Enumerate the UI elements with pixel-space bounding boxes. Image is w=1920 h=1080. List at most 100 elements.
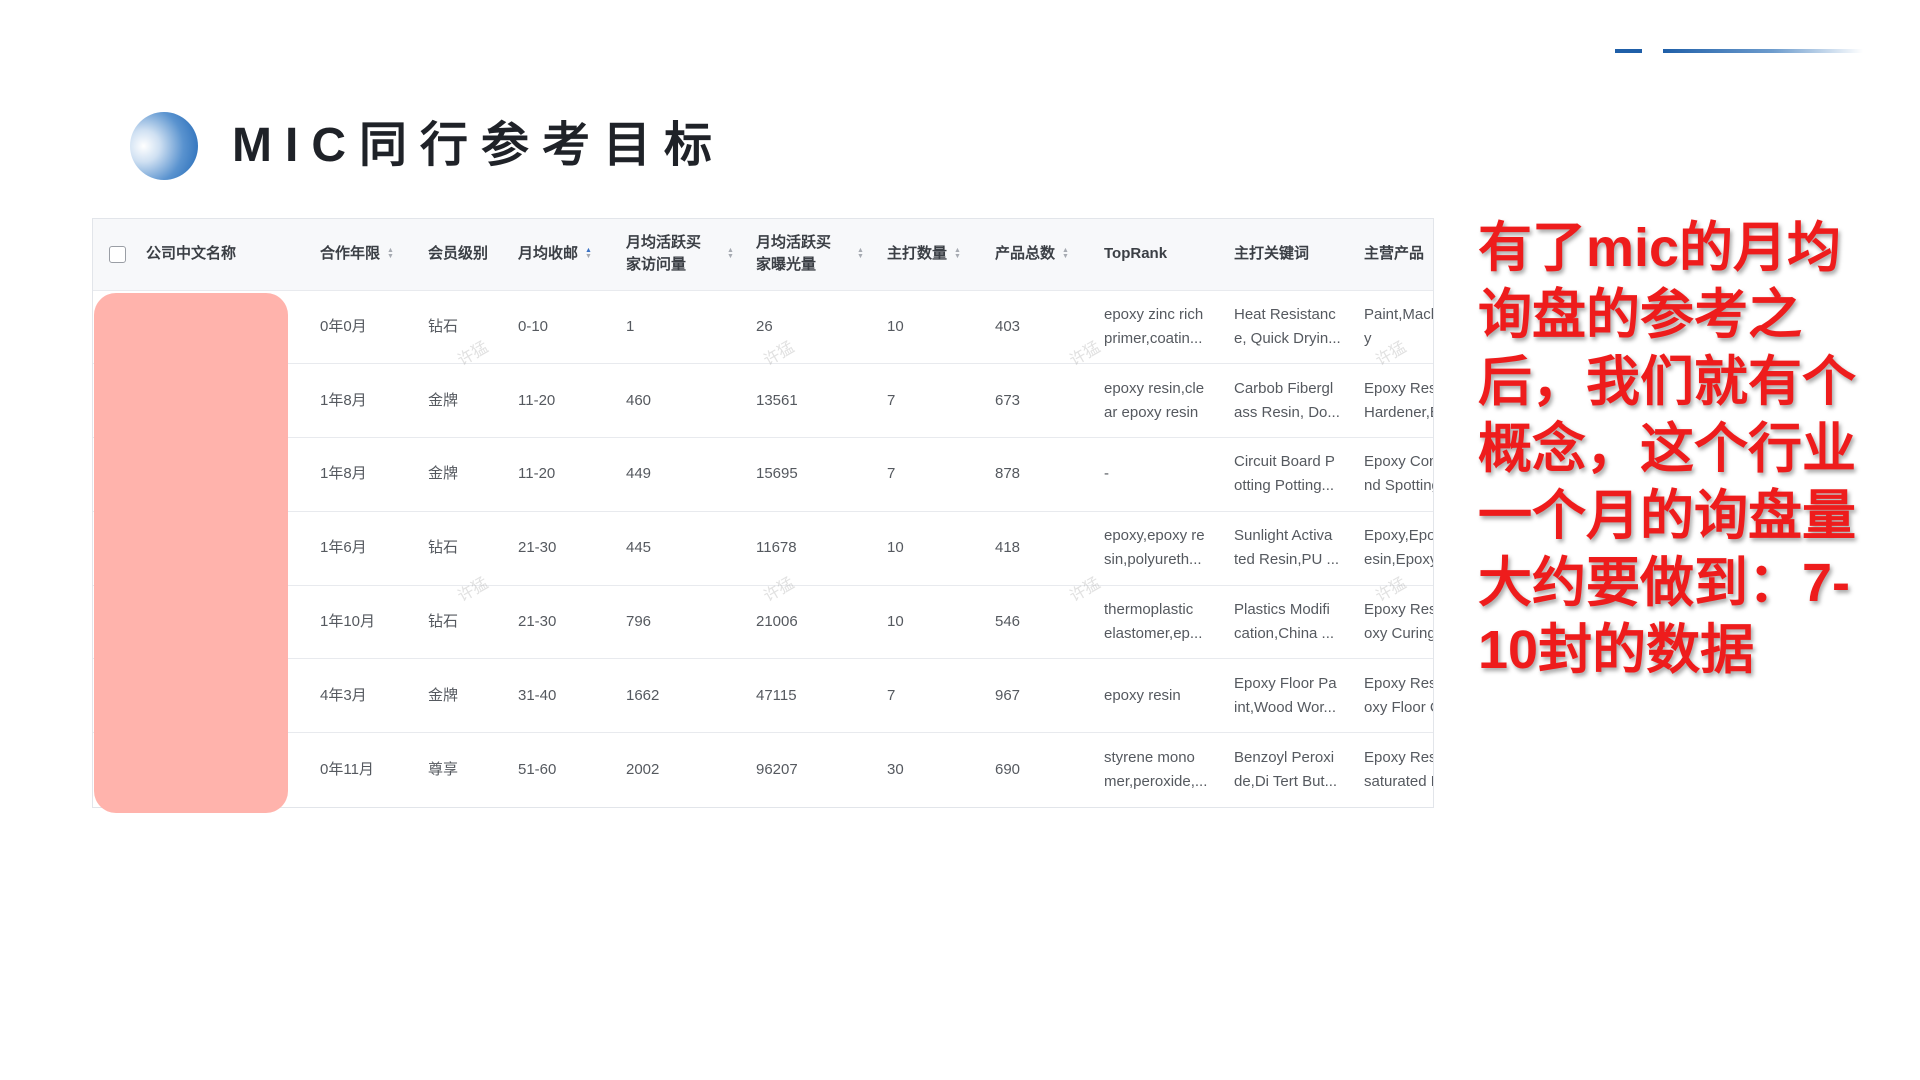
table-body: 0年0月 钻石 0-10 1 26 10 403 epoxy zinc rich primer,… xyxy=(93,290,1433,807)
cell-products-line: Epoxy,Epox xyxy=(1364,527,1433,545)
cell-visitors: 449 xyxy=(626,465,652,483)
cell-toprank: epoxy,epoxy re sin,polyureth... xyxy=(1088,511,1218,585)
cell-level: 尊享 xyxy=(428,760,459,778)
cell-visitors: 1662 xyxy=(626,686,660,704)
cell-keywords-line: otting Potting... xyxy=(1234,477,1335,495)
cell-inquiries: 21-30 xyxy=(518,539,557,557)
table-row[interactable]: 1年8月 金牌 11-20 460 13561 7 673 epoxy resin,cle ar… xyxy=(93,363,1433,438)
header-visitors[interactable]: 月均活跃买 家访问量 ▲ ▼ xyxy=(610,219,740,290)
cell-keywords-line: int,Wood Wor... xyxy=(1234,698,1336,716)
cell-toprank: - xyxy=(1088,438,1218,512)
cell-visitors: 796 xyxy=(626,613,652,631)
cell-toprank: epoxy resin,cle ar epoxy resin xyxy=(1088,364,1218,438)
cell-products-line: nd Spotting xyxy=(1364,477,1433,495)
cell-products: Epoxy Resin oxy Curing xyxy=(1348,585,1433,659)
header-years[interactable]: 合作年限 ▲ ▼ xyxy=(304,219,412,290)
cell-level: 钻石 xyxy=(428,613,459,631)
cell-years: 1年8月 xyxy=(320,391,367,409)
cell-product-total: 403 xyxy=(995,317,1021,335)
header-select-all[interactable] xyxy=(93,219,146,290)
cell-toprank-line: primer,coatin... xyxy=(1104,329,1203,347)
sort-icon[interactable]: ▲ ▼ xyxy=(387,247,394,260)
cell-keywords: Heat Resistanc e, Quick Dryin... xyxy=(1218,290,1348,364)
header-inquiries-label: 月均收邮 xyxy=(518,245,579,263)
cell-keywords-line: de,Di Tert But... xyxy=(1234,772,1338,790)
cell-inquiries: 31-40 xyxy=(518,686,557,704)
title-bullet-icon xyxy=(130,112,198,180)
header-toprank: TopRank xyxy=(1104,245,1168,263)
cell-years: 0年0月 xyxy=(320,317,367,335)
sort-icon[interactable]: ▲ ▼ xyxy=(727,247,734,260)
cell-product-total: 878 xyxy=(995,465,1021,483)
cell-visitors: 1 xyxy=(626,317,635,335)
cell-keywords: Epoxy Floor Pa int,Wood Wor... xyxy=(1218,659,1348,733)
cell-inquiries: 21-30 xyxy=(518,613,557,631)
cell-product-total: 418 xyxy=(995,539,1021,557)
redacted-company-names xyxy=(94,293,288,813)
cell-products-line: esin,Epoxy xyxy=(1364,551,1433,569)
cell-products: Epoxy Resin oxy Floor C xyxy=(1348,659,1433,733)
cell-product-total: 690 xyxy=(995,760,1021,778)
sort-icon[interactable]: ▲ ▼ xyxy=(857,247,864,260)
cell-keywords-line: Epoxy Floor Pa xyxy=(1234,674,1337,692)
table-row[interactable]: 1年8月 金牌 11-20 449 15695 7 878 - Circuit Board P o… xyxy=(93,437,1433,512)
cell-products-line: Epoxy Resin xyxy=(1364,748,1433,766)
sort-icon[interactable]: ▲ ▼ xyxy=(1062,247,1069,260)
cell-keywords-line: cation,China ... xyxy=(1234,625,1335,643)
cell-exposure: 11678 xyxy=(756,539,797,557)
slide: MIC同行参考目标 公司中文名称 合作年限 ▲ ▼ 会员级别 月均收邮 ▲ ▼ … xyxy=(0,0,1920,1080)
cell-toprank-line: epoxy resin xyxy=(1104,686,1181,704)
header-main-count[interactable]: 主打数量 ▲ ▼ xyxy=(871,219,979,290)
cell-years: 1年10月 xyxy=(320,613,376,631)
cell-exposure: 21006 xyxy=(756,613,798,631)
select-all-checkbox[interactable] xyxy=(109,245,126,263)
cell-toprank-line: ar epoxy resin xyxy=(1104,403,1199,421)
cell-products: Epoxy,Epox esin,Epoxy xyxy=(1348,511,1433,585)
header-exposure[interactable]: 月均活跃买 家曝光量 ▲ ▼ xyxy=(740,219,871,290)
header-inquiries[interactable]: 月均收邮 ▲ ▼ xyxy=(502,219,610,290)
cell-toprank-line: epoxy zinc rich xyxy=(1104,305,1204,323)
cell-toprank: epoxy resin xyxy=(1088,659,1218,733)
cell-level: 钻石 xyxy=(428,317,459,335)
header-product-total[interactable]: 产品总数 ▲ ▼ xyxy=(979,219,1088,290)
cell-products-line: oxy Curing xyxy=(1364,625,1433,643)
cell-keywords: Carbob Fibergl ass Resin, Do... xyxy=(1218,364,1348,438)
cell-products: Epoxy Resin Hardener,Ep xyxy=(1348,364,1433,438)
cell-inquiries: 51-60 xyxy=(518,760,557,778)
cell-main-count: 7 xyxy=(887,391,896,409)
header-company: 公司中文名称 xyxy=(146,245,237,263)
table-row[interactable]: 0年11月 尊享 51-60 2002 96207 30 690 styrene mono me… xyxy=(93,732,1433,807)
cell-exposure: 13561 xyxy=(756,391,798,409)
cell-level: 金牌 xyxy=(428,465,459,483)
cell-exposure: 26 xyxy=(756,317,773,335)
cell-keywords-line: Circuit Board P xyxy=(1234,453,1335,471)
cell-product-total: 967 xyxy=(995,686,1021,704)
cell-products-line: Epoxy Resin xyxy=(1364,379,1433,397)
cell-years: 1年8月 xyxy=(320,465,367,483)
cell-products-line: y xyxy=(1364,329,1372,347)
cell-visitors: 460 xyxy=(626,391,652,409)
cell-products-line: Epoxy Resin xyxy=(1364,674,1433,692)
table-row[interactable]: 1年10月 钻石 21-30 796 21006 10 546 thermoplastic el… xyxy=(93,585,1433,659)
cell-inquiries: 11-20 xyxy=(518,391,556,409)
cell-products-line: Epoxy Resin xyxy=(1364,601,1433,619)
cell-years: 4年3月 xyxy=(320,686,367,704)
table-row[interactable]: 1年6月 钻石 21-30 445 11678 10 418 epoxy,epoxy re si… xyxy=(93,511,1433,585)
accent-line-long xyxy=(1663,49,1863,53)
table-header-row: 公司中文名称 合作年限 ▲ ▼ 会员级别 月均收邮 ▲ ▼ 月均活跃买 家访问量 ▲ ▼ 月均… xyxy=(93,219,1433,290)
cell-toprank: thermoplastic elastomer,ep... xyxy=(1088,585,1218,659)
cell-keywords-line: Benzoyl Peroxi xyxy=(1234,748,1335,766)
sort-icon[interactable]: ▲ ▼ xyxy=(954,247,961,260)
cell-level: 钻石 xyxy=(428,539,459,557)
cell-main-count: 10 xyxy=(887,613,904,631)
sort-icon[interactable]: ▲ ▼ xyxy=(585,247,592,260)
cell-inquiries: 0-10 xyxy=(518,317,549,335)
table-row[interactable]: 4年3月 金牌 31-40 1662 47115 7 967 epoxy resin Epoxy… xyxy=(93,658,1433,733)
table-row[interactable]: 0年0月 钻石 0-10 1 26 10 403 epoxy zinc rich primer,… xyxy=(93,290,1433,364)
cell-product-total: 546 xyxy=(995,613,1021,631)
cell-keywords-line: Sunlight Activa xyxy=(1234,527,1333,545)
accent-line-short xyxy=(1615,49,1642,53)
header-keywords: 主打关键词 xyxy=(1234,245,1310,263)
cell-keywords: Circuit Board P otting Potting... xyxy=(1218,438,1348,512)
cell-years: 1年6月 xyxy=(320,539,367,557)
